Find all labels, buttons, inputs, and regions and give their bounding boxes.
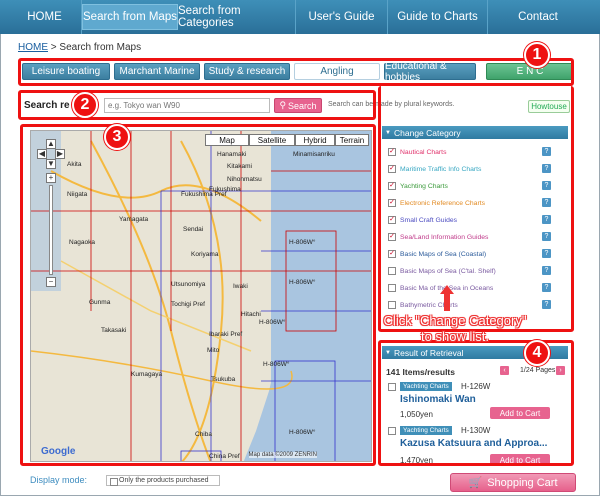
nav-home[interactable]: HOME	[8, 0, 82, 34]
callout-text: Click "Change Category" to show list.	[352, 313, 558, 345]
nav-guide-to-charts[interactable]: Guide to Charts	[388, 0, 488, 34]
callout-line-2: to show list.	[421, 329, 489, 344]
callout-line-1: Click "Change Category"	[383, 313, 527, 328]
nav-users-guide[interactable]: User's Guide	[296, 0, 388, 34]
annotation-box-1-extension	[378, 86, 574, 332]
breadcrumb: HOME > Search from Maps	[18, 42, 141, 53]
shopping-cart-label: Shopping Cart	[487, 476, 558, 489]
nav-search-from-categories[interactable]: Search from Categories	[178, 0, 296, 34]
only-purchased-checkbox[interactable]: Only the products purchased	[106, 475, 220, 486]
cart-icon: 🛒	[468, 477, 483, 489]
annotation-badge-2: 2	[72, 92, 98, 118]
annotation-badge-1: 1	[524, 42, 550, 68]
shopping-cart-button[interactable]: 🛒 Shopping Cart	[450, 473, 576, 492]
breadcrumb-current: Search from Maps	[59, 42, 142, 53]
annotation-badge-3: 3	[104, 124, 130, 150]
breadcrumb-home-link[interactable]: HOME	[18, 42, 48, 53]
annotation-box-3	[20, 124, 376, 466]
nav-contact[interactable]: Contact	[488, 0, 588, 34]
annotation-box-1	[18, 58, 574, 86]
display-mode-label: Display mode:	[30, 475, 88, 485]
callout-arrow-icon	[440, 285, 454, 311]
nav-search-from-maps[interactable]: Search from Maps	[82, 4, 178, 30]
breadcrumb-separator: >	[48, 42, 60, 53]
top-nav: HOME Search from Maps Search from Catego…	[0, 0, 600, 34]
